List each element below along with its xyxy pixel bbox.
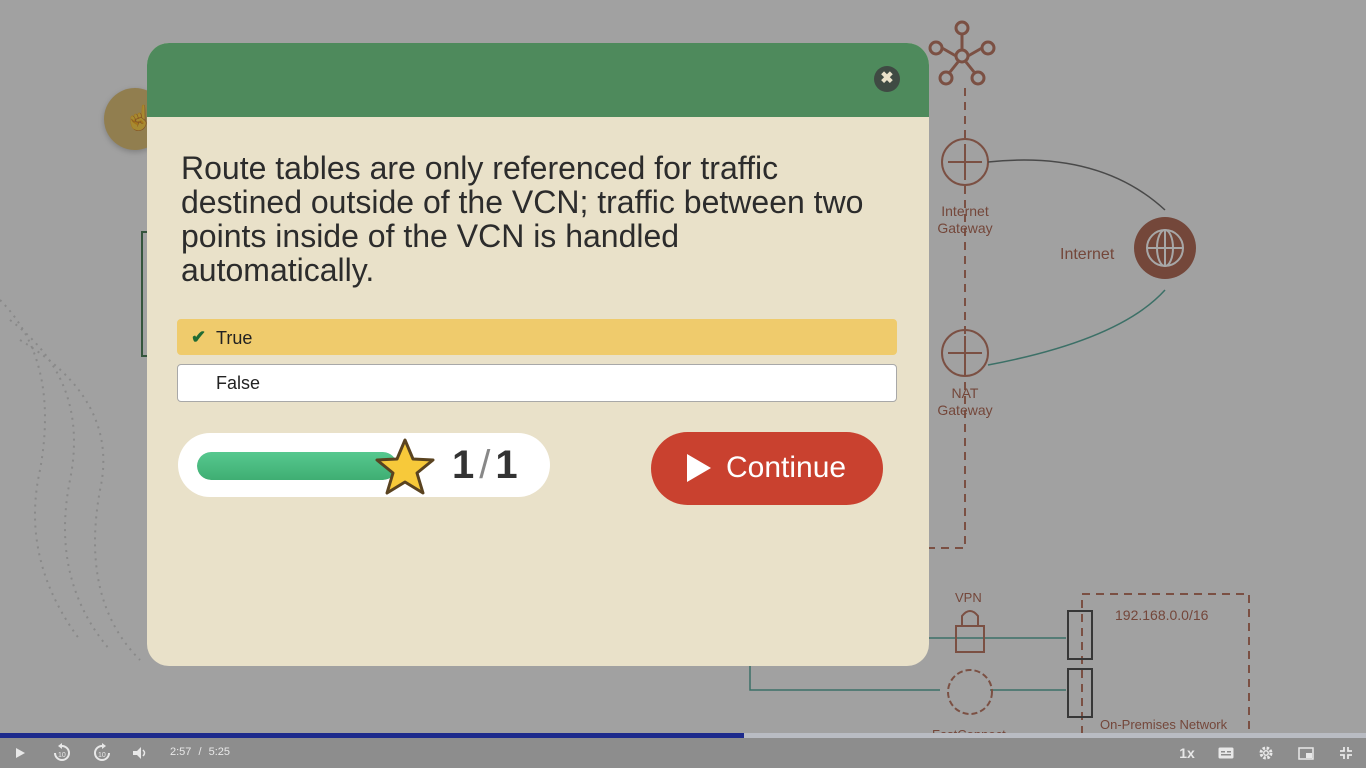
duration: 5:25 [208, 746, 231, 758]
svg-text:10: 10 [58, 752, 66, 759]
svg-text:10: 10 [98, 752, 106, 759]
score-total: 1 [495, 443, 519, 487]
answer-option-label: False [216, 373, 261, 393]
forward-10-button[interactable]: 10 [90, 743, 114, 762]
star-icon [375, 438, 435, 495]
answer-option-true[interactable]: ✔ True [177, 319, 897, 355]
close-button[interactable]: ✖ [874, 66, 900, 92]
forward-10-icon: 10 [94, 743, 110, 761]
captions-icon [1218, 747, 1234, 759]
picture-in-picture-button[interactable] [1296, 744, 1316, 762]
rewind-10-button[interactable]: 10 [50, 743, 74, 762]
score-text: 1/1 [452, 443, 519, 488]
settings-button[interactable] [1256, 744, 1276, 762]
answer-option-label: True [216, 328, 253, 348]
modal-header: ✖ [147, 43, 929, 117]
score-progress-fill [197, 452, 397, 480]
answer-option-false[interactable]: False [177, 364, 897, 402]
score-panel: 1/1 [178, 433, 550, 497]
question-text: Route tables are only referenced for tra… [181, 150, 864, 288]
time-display: 2:57 / 5:25 [170, 746, 230, 758]
gear-icon [1259, 746, 1273, 760]
play-button[interactable] [10, 744, 30, 762]
player-control-bar: 10 10 2:57 / 5:25 1x [0, 738, 1366, 768]
score-current: 1 [452, 443, 476, 487]
volume-button[interactable] [130, 744, 150, 762]
score-progress-bar [197, 452, 397, 480]
current-time: 2:57 [170, 746, 192, 758]
continue-button[interactable]: Continue [651, 432, 883, 505]
exit-fullscreen-button[interactable] [1336, 744, 1356, 762]
quiz-modal: ✖ Route tables are only referenced for t… [147, 43, 929, 666]
captions-button[interactable] [1216, 744, 1236, 762]
volume-icon [133, 747, 146, 759]
play-icon [16, 748, 25, 758]
time-separator: / [198, 746, 202, 758]
playback-speed-button[interactable]: 1x [1176, 744, 1198, 762]
exit-fullscreen-icon [1340, 747, 1352, 759]
rewind-10-icon: 10 [54, 743, 70, 761]
picture-in-picture-icon [1298, 746, 1314, 760]
score-separator: / [479, 443, 492, 487]
continue-label: Continue [726, 451, 847, 484]
check-icon: ✔ [191, 327, 207, 347]
play-icon [687, 454, 711, 482]
close-icon: ✖ [880, 70, 894, 87]
